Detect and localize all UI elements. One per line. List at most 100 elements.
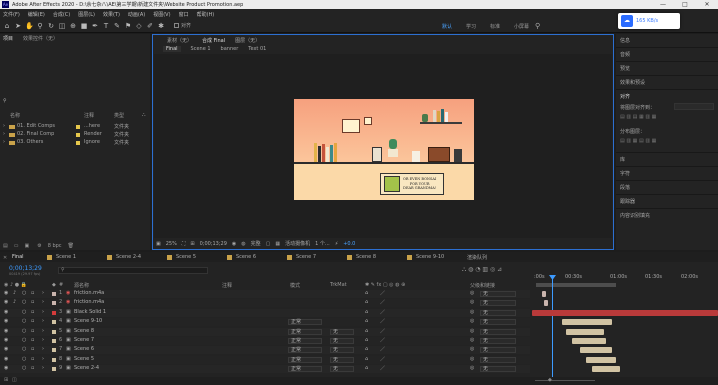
trkmat-select[interactable]: 无: [330, 338, 354, 344]
column-comment[interactable]: 注释: [84, 112, 94, 119]
parent-select[interactable]: 无: [480, 356, 516, 363]
timeline-timecode[interactable]: 0;00;13;29: [9, 265, 42, 272]
workspace-small-screen[interactable]: 小屏幕: [514, 23, 529, 30]
label-color-swatch[interactable]: [52, 357, 56, 362]
search-help-icon[interactable]: ⚲: [535, 22, 545, 30]
audio-icon[interactable]: ♪: [13, 299, 16, 305]
column-mode[interactable]: 模式: [290, 282, 300, 289]
blend-mode-select[interactable]: 正常: [288, 366, 322, 373]
expand-arrow-icon[interactable]: ›: [42, 309, 44, 315]
region-of-interest-icon[interactable]: ▢: [266, 241, 271, 247]
tab-scene-1[interactable]: Scene 1: [47, 254, 101, 260]
tab-final[interactable]: ✕ Final: [3, 254, 41, 261]
camera-menu[interactable]: 活动摄像机: [285, 240, 310, 247]
pick-whip-icon[interactable]: ◎: [470, 356, 474, 362]
blend-mode-select[interactable]: 正常: [288, 356, 322, 363]
rectangle-tool-icon[interactable]: ■: [80, 22, 88, 30]
parent-select[interactable]: 无: [480, 366, 516, 373]
parent-select[interactable]: 无: [480, 319, 516, 326]
maximize-button[interactable]: □: [674, 0, 696, 9]
views-menu[interactable]: 1 个...: [315, 240, 330, 247]
lock-icon[interactable]: ▫: [31, 328, 34, 334]
parent-select[interactable]: 无: [480, 347, 516, 354]
frame-blending-icon[interactable]: ▥: [482, 266, 490, 273]
grid-icon[interactable]: ⊞: [190, 241, 194, 247]
label-color-swatch[interactable]: [52, 292, 56, 296]
solo-icon[interactable]: ○: [22, 299, 26, 305]
menu-animation[interactable]: 动画(A): [128, 11, 145, 18]
column-source-name[interactable]: 源名称: [74, 282, 89, 289]
breadcrumb-final[interactable]: Final: [163, 46, 181, 52]
panel-preview[interactable]: 预览: [620, 65, 630, 72]
lock-icon[interactable]: ▫: [31, 309, 34, 315]
label-color-swatch[interactable]: [76, 141, 80, 145]
trkmat-select[interactable]: 无: [330, 347, 354, 354]
camera-tool-icon[interactable]: ◫: [58, 22, 66, 30]
visibility-eye-icon[interactable]: ◉: [4, 299, 8, 305]
panel-paragraph[interactable]: 段落: [620, 184, 630, 191]
column-type[interactable]: 类型: [114, 112, 124, 119]
solo-icon[interactable]: ○: [22, 328, 26, 334]
tab-scene-6[interactable]: Scene 6: [227, 254, 281, 260]
visibility-eye-icon[interactable]: ◉: [4, 318, 8, 324]
list-item[interactable]: › 03. Others Ignore 文件夹: [0, 139, 150, 147]
visibility-eye-icon[interactable]: ◉: [4, 346, 8, 352]
shy-switch-icon[interactable]: ⌂: [365, 346, 368, 352]
tab-composition[interactable]: 合成 Final: [202, 37, 225, 44]
list-item[interactable]: › 01. Edit Comps ...here 文件夹: [0, 123, 150, 131]
time-ruler[interactable]: :00s 00:30s 01:00s 01:30s 02:00s: [532, 266, 718, 385]
menu-composition[interactable]: 合成(C): [53, 11, 70, 18]
quality-switch-icon[interactable]: ／: [380, 328, 385, 335]
table-row[interactable]: ◉ ○ ▫ › 6 ▣ Scene 7 正常 无 ⌂ ／ ◎ 无: [0, 337, 530, 345]
workspace-default[interactable]: 默认: [442, 23, 452, 30]
list-item[interactable]: › 02. Final Comp Render 文件夹: [0, 131, 150, 139]
blend-mode-select[interactable]: 正常: [288, 328, 322, 335]
selection-tool-icon[interactable]: ➤: [14, 22, 22, 30]
pick-whip-icon[interactable]: ◎: [470, 290, 474, 296]
solo-icon[interactable]: ○: [22, 309, 26, 315]
resolution-menu[interactable]: 完整: [251, 240, 261, 247]
solo-icon[interactable]: ○: [22, 337, 26, 343]
fast-preview-icon[interactable]: ⚡: [335, 241, 339, 247]
flowchart-icon[interactable]: ⛬: [142, 112, 146, 118]
project-search-input[interactable]: ⚲: [3, 98, 147, 106]
solo-icon[interactable]: ○: [22, 318, 26, 324]
panel-effects-presets[interactable]: 效果和预设: [620, 79, 645, 86]
composition-canvas[interactable]: OR EVEN BONSAI FOR YOUR DEAR GRANDMA!: [294, 99, 474, 200]
solo-icon[interactable]: ○: [22, 356, 26, 362]
expand-arrow-icon[interactable]: ›: [42, 328, 44, 334]
tab-layer[interactable]: 图层（无）: [235, 37, 260, 44]
close-button[interactable]: ✕: [696, 0, 718, 9]
layer-duration-bar[interactable]: [572, 338, 606, 344]
panel-libraries[interactable]: 库: [620, 156, 625, 163]
solo-icon[interactable]: ○: [22, 346, 26, 352]
label-color-swatch[interactable]: [76, 125, 80, 129]
layer-duration-bar[interactable]: [566, 328, 604, 335]
snapshot-icon[interactable]: ◉: [232, 241, 236, 247]
workspace-standard[interactable]: 标准: [490, 23, 500, 30]
panel-audio[interactable]: 音频: [620, 51, 630, 58]
quality-switch-icon[interactable]: ／: [380, 309, 385, 316]
panel-content-aware-fill[interactable]: 内容识别填充: [620, 212, 650, 219]
layer-name[interactable]: Scene 8: [74, 328, 94, 334]
visibility-eye-icon[interactable]: ◉: [4, 365, 8, 371]
home-icon[interactable]: ⌂: [3, 22, 11, 30]
column-parent[interactable]: 父级和链接: [470, 282, 495, 289]
new-composition-icon[interactable]: ▣: [24, 243, 29, 249]
menu-edit[interactable]: 编辑(E): [28, 11, 45, 18]
solo-icon[interactable]: ○: [22, 290, 26, 296]
audio-icon[interactable]: ♪: [13, 290, 16, 296]
panel-info[interactable]: 信息: [620, 37, 630, 44]
snap-checkbox[interactable]: [174, 23, 179, 28]
panel-tracker[interactable]: 跟踪器: [620, 198, 635, 205]
lock-icon[interactable]: ▫: [31, 346, 34, 352]
column-name[interactable]: 名称: [10, 112, 20, 119]
shy-switch-icon[interactable]: ⌂: [365, 356, 368, 362]
expand-arrow-icon[interactable]: ›: [42, 290, 44, 296]
current-timecode[interactable]: 0;00;13;29: [200, 241, 227, 247]
table-row[interactable]: ◉ ♪ ○ ▫ › 2 ◉ friction.m4a ⌂ ／ ◎ 无: [0, 299, 530, 308]
parent-select[interactable]: 无: [480, 328, 516, 335]
distribute-buttons[interactable]: ▤ ▥ ▦ ▤ ▥ ▦: [620, 138, 712, 150]
layer-name[interactable]: friction.m4a: [74, 299, 104, 305]
table-row[interactable]: ◉ ○ ▫ › 4 ▣ Scene 9-10 正常 ⌂ ／ ◎ 无: [0, 318, 530, 327]
